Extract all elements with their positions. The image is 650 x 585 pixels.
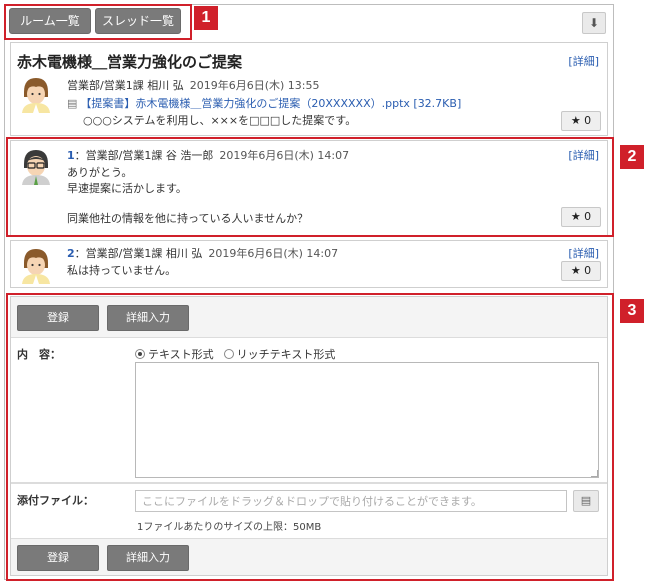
register-button[interactable]: 登録 — [17, 545, 99, 571]
thread-list-button[interactable]: スレッド一覧 — [95, 8, 181, 34]
post-meta: 1：営業部/営業1課 谷 浩一郎 2019年6月6日(木) 14:07 — [67, 147, 349, 163]
radio-rich-format[interactable] — [223, 349, 234, 359]
attachment-row: 添付ファイル： ▤ 1ファイルあたりのサイズの上限：50MB — [11, 483, 607, 539]
register-button[interactable]: 登録 — [17, 305, 99, 331]
reply-body-line: 同業他社の情報を他に持っている人いませんか？ — [67, 212, 309, 225]
reply-body-line: 早速提案に活かします。 — [67, 182, 187, 195]
star-button[interactable]: ★ 0 — [561, 207, 601, 227]
reply-body-line: 私は持っていません。 — [67, 264, 177, 277]
callout-badge: 3 — [620, 299, 644, 323]
post-meta: 営業部/営業1課 相川 弘 2019年6月6日(木) 13:55 — [67, 77, 319, 93]
post-meta: 2：営業部/営業1課 相川 弘 2019年6月6日(木) 14:07 — [67, 245, 338, 261]
content-textarea[interactable] — [135, 362, 599, 478]
format-radio-group: テキスト形式 リッチテキスト形式 — [135, 346, 335, 362]
resize-grip-icon[interactable] — [591, 470, 598, 477]
star-button[interactable]: ★ 0 — [561, 261, 601, 281]
detail-input-button[interactable]: 詳細入力 — [107, 305, 189, 331]
avatar-icon — [22, 150, 50, 185]
attachment-link[interactable]: ▤ 【提案書】赤木電機様＿営業力強化のご提案（20XXXXXX）.pptx [32… — [67, 95, 461, 111]
detail-input-button[interactable]: 詳細入力 — [107, 545, 189, 571]
star-button[interactable]: ★ 0 — [561, 111, 601, 131]
post-body: ○○○システムを利用し、×××を□□□した提案です。 — [83, 114, 357, 127]
author-name: ：営業部/営業1課 谷 浩一郎 — [74, 149, 214, 162]
radio-rich-label[interactable]: リッチテキスト形式 — [237, 348, 336, 361]
room-list-button[interactable]: ルーム一覧 — [9, 8, 91, 34]
author-name: 営業部/営業1課 相川 弘 — [67, 79, 184, 92]
file-drop-field[interactable] — [135, 490, 567, 512]
reply-number[interactable]: 1 — [67, 149, 75, 162]
file-icon: ▤ — [580, 494, 592, 507]
detail-link[interactable]: [詳細] — [568, 53, 599, 69]
attachment-name[interactable]: 【提案書】赤木電機様＿営業力強化のご提案（20XXXXXX）.pptx [32.… — [80, 97, 461, 110]
post-date: 2019年6月6日(木) 14:07 — [219, 149, 350, 162]
avatar-icon — [22, 78, 50, 113]
radio-text-format[interactable] — [135, 349, 145, 359]
download-button[interactable]: ⬇ — [582, 12, 606, 34]
detail-link[interactable]: [詳細] — [568, 147, 599, 163]
reply-form: 登録 詳細入力 内 容： テキスト形式 リッチテキスト形式 添付ファイル： ▤ 1… — [10, 296, 608, 576]
size-limit-note: 1ファイルあたりのサイズの上限：50MB — [137, 522, 322, 533]
file-select-button[interactable]: ▤ — [573, 490, 599, 512]
callout-badge: 2 — [620, 145, 644, 169]
download-arrow-icon: ⬇ — [588, 16, 600, 30]
reply-body-line: ありがとう。 — [67, 166, 133, 179]
detail-link[interactable]: [詳細] — [568, 245, 599, 261]
thread-post: 赤木電機様＿営業力強化のご提案 [詳細] 営業部/営業1課 相川 弘 2019年6… — [10, 42, 608, 136]
callout-badge: 1 — [194, 6, 218, 30]
file-icon: ▤ — [67, 97, 78, 110]
content-row: 内 容： テキスト形式 リッチテキスト形式 — [11, 337, 607, 483]
post-date: 2019年6月6日(木) 14:07 — [208, 247, 339, 260]
post-date: 2019年6月6日(木) 13:55 — [189, 79, 320, 92]
thread-title: 赤木電機様＿営業力強化のご提案 — [17, 53, 243, 71]
avatar-icon — [22, 249, 50, 284]
attachment-label: 添付ファイル： — [17, 494, 94, 507]
reply-number[interactable]: 2 — [67, 247, 75, 260]
reply-post: [詳細] 1：営業部/営業1課 谷 浩一郎 2019年6月6日(木) 14:07 … — [10, 140, 608, 236]
radio-text-label[interactable]: テキスト形式 — [148, 348, 214, 361]
author-name: ：営業部/営業1課 相川 弘 — [74, 247, 203, 260]
content-label: 内 容： — [17, 348, 61, 361]
reply-post: [詳細] 2：営業部/営業1課 相川 弘 2019年6月6日(木) 14:07 私… — [10, 240, 608, 288]
